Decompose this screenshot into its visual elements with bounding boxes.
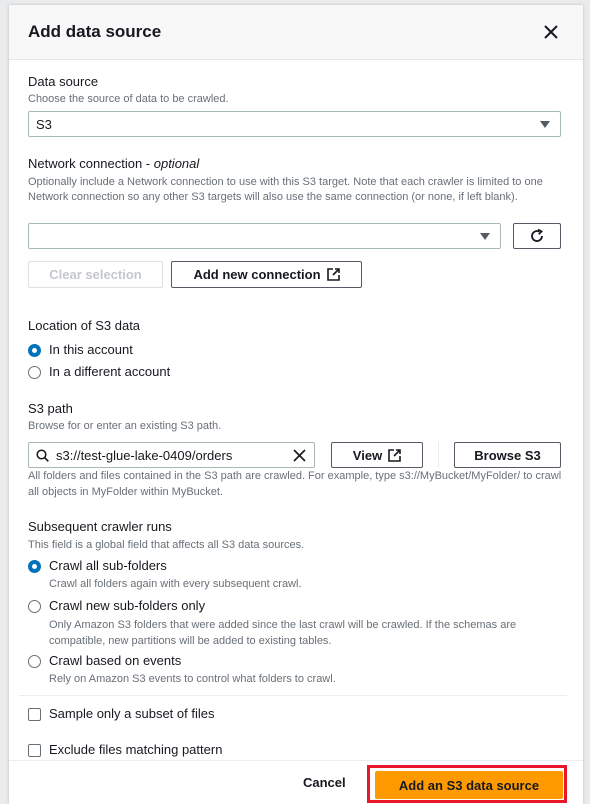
refresh-icon [531,228,543,242]
network-connection-description: Optionally include a Network connection … [28,176,543,203]
modal-header: Add data source [9,5,583,60]
add-s3-data-source-button[interactable]: Add an S3 data source [375,771,563,799]
add-data-source-modal: Add data source Data source Choose the s… [9,5,583,804]
radio-in-this-account[interactable] [28,344,41,357]
s3-path-value: s3://test-glue-lake-0409/orders [56,448,233,463]
cancel-button[interactable]: Cancel [303,775,346,790]
add-new-connection-label: Add new connection [193,267,321,282]
data-source-description: Choose the source of data to be crawled. [28,93,229,105]
divider [19,695,567,696]
external-link-icon [388,448,401,462]
clear-selection-button[interactable]: Clear selection [28,261,163,288]
caret-down-icon [540,121,550,128]
search-icon [36,449,49,462]
caret-down-icon [480,233,490,240]
option-description: Crawl all folders again with every subse… [49,578,302,590]
option-label: Crawl new sub-folders only [49,598,206,613]
radio-crawl-all[interactable] [28,560,41,573]
sample-subset-checkbox[interactable] [28,708,41,721]
close-icon[interactable] [541,22,561,42]
location-label: Location of S3 data [28,318,141,333]
checkbox-label: Sample only a subset of files [49,706,215,721]
subsequent-runs-description: This field is a global field that affect… [28,539,305,551]
network-connection-select[interactable] [28,223,501,249]
s3-path-description: Browse for or enter an existing S3 path. [28,420,222,432]
option-description: Rely on Amazon S3 events to control what… [49,673,336,685]
exclude-pattern-checkbox[interactable] [28,744,41,757]
option-label: Crawl based on events [49,653,182,668]
s3-path-label: S3 path [28,401,73,416]
radio-crawl-events[interactable] [28,655,41,668]
modal-footer: Cancel Add an S3 data source [9,760,583,804]
modal-title: Add data source [28,22,162,41]
s3-path-help: All folders and files contained in the S… [28,470,562,498]
data-source-label: Data source [28,74,99,89]
refresh-button[interactable] [513,223,561,249]
add-new-connection-button[interactable]: Add new connection [171,261,362,288]
data-source-select[interactable]: S3 [28,111,561,137]
network-connection-label: Network connection - optional [28,156,200,171]
option-label: Crawl all sub-folders [49,558,167,573]
external-link-icon [326,268,340,281]
view-button[interactable]: View [331,442,423,468]
option-label: In a different account [49,364,171,379]
subsequent-runs-label: Subsequent crawler runs [28,519,172,534]
checkbox-label: Exclude files matching pattern [49,742,223,757]
clear-icon[interactable] [293,449,306,462]
radio-different-account[interactable] [28,366,41,379]
option-description: Only Amazon S3 folders that were added s… [49,619,517,647]
divider [438,442,439,468]
s3-path-input[interactable]: s3://test-glue-lake-0409/orders [28,442,315,468]
data-source-value: S3 [36,117,52,132]
option-label: In this account [49,342,133,357]
view-label: View [352,447,383,463]
radio-crawl-new[interactable] [28,600,41,613]
browse-s3-button[interactable]: Browse S3 [454,442,561,468]
